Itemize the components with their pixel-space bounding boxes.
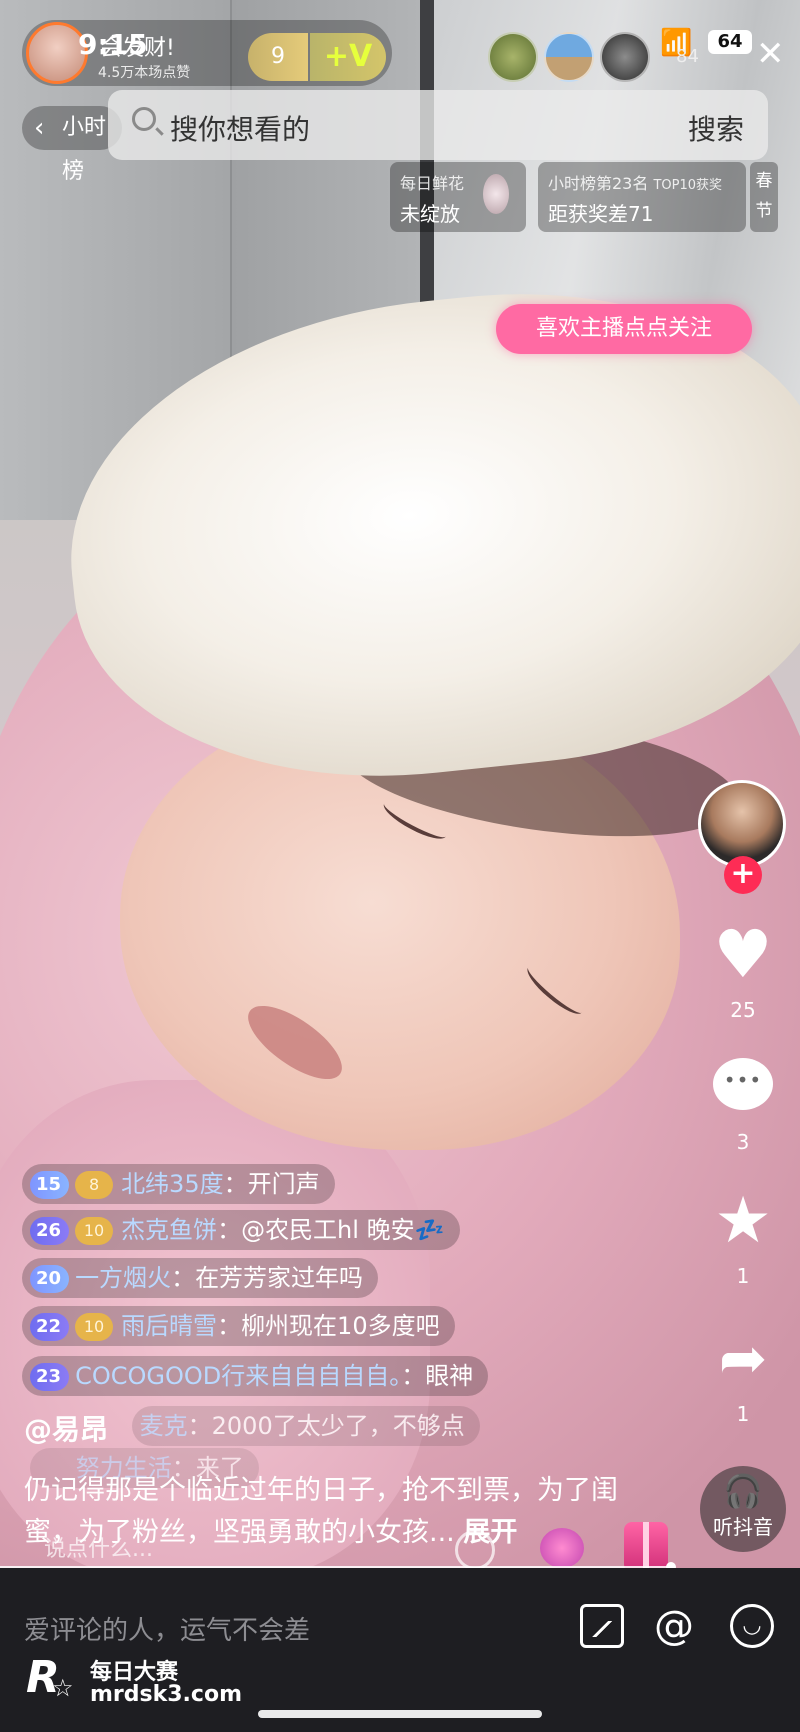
hourly-rank-back-button[interactable]: ‹ 小时榜 [22,106,122,184]
home-indicator[interactable] [258,1710,542,1718]
festival-badge[interactable]: 春 节 [750,162,778,232]
festival-char: 春 [755,171,773,191]
rank-tag: TOP10获奖 [653,178,723,193]
chat-text: 2000了太少了，不够点 [211,1412,465,1440]
follow-prompt-bubble[interactable]: 喜欢主播点点关注 [496,304,752,354]
chat-text: 开门声 [247,1170,320,1198]
daily-flower-card[interactable]: 每日鲜花 未绽放 [390,162,526,232]
status-bar: 会发财! 4.5万本场点赞 9:15 9 +V 📶 84 64 ✕ [0,0,800,90]
author-avatar[interactable] [698,780,786,868]
flower-card-status: 未绽放 [400,202,460,226]
chat-message[interactable]: 15 8 北纬35度：开门声 [22,1164,335,1204]
emoji-icon[interactable] [455,1530,495,1570]
back-chevron-icon: ‹ [34,113,45,143]
user-level-badge: 20 [30,1265,70,1293]
viewer-avatar[interactable] [600,32,650,82]
search-bar[interactable]: 搜你想看的 搜索 [108,90,768,160]
status-time: 9:15 [78,28,148,61]
chat-nickname[interactable]: 一方烟火 [75,1264,171,1292]
comment-input[interactable]: 爱评论的人，运气不会差 [24,1610,310,1647]
watermark-url: mrdsk3.com [90,1682,242,1707]
chat-text: 眼神 [425,1362,474,1390]
image-icon[interactable] [580,1604,624,1648]
hourly-rank-card[interactable]: 小时榜第23名 TOP10获奖 距获奖差71 [538,162,746,232]
follow-plus-button[interactable]: + [724,856,762,894]
comment-icon[interactable] [705,1058,781,1110]
viewer-avatar[interactable] [488,32,538,82]
gift-icon[interactable] [540,1528,584,1568]
like-count: 25 [730,998,756,1022]
user-level-badge: 22 [30,1313,70,1341]
listen-label: 听抖音 [713,1515,773,1539]
user-level-badge: 26 [30,1217,70,1245]
comment-count: 3 [736,1130,750,1154]
rank-position: 小时榜第23名 [548,174,649,193]
chat-message[interactable]: 26 10 杰克鱼饼：@农民工hl 晚安💤 [22,1210,460,1250]
heart-icon[interactable]: ♥ [705,920,781,990]
search-icon [132,107,156,131]
chat-text: @农民工hl 晚安💤 [241,1216,445,1244]
share-icon[interactable]: ➦ [705,1326,781,1390]
share-count: 1 [736,1402,750,1426]
comment-bar [0,1568,800,1732]
chat-text: 柳州现在10多度吧 [241,1312,440,1340]
fan-badge: 10 [75,1313,114,1341]
close-icon[interactable]: ✕ [756,34,785,74]
user-level-badge: 15 [30,1171,70,1199]
fan-badge: 10 [75,1217,114,1245]
star-icon[interactable]: ★ [705,1186,781,1256]
festival-char: 节 [755,201,773,221]
user-level-badge: 23 [30,1363,70,1391]
flower-bud-icon [483,174,509,214]
viewer-avatar[interactable] [544,32,594,82]
viewer-count: 84 [676,46,699,67]
search-input[interactable]: 搜你想看的 [170,108,310,148]
chat-message[interactable]: 20 一方烟火：在芳芳家过年吗 [22,1258,379,1298]
listen-douyin-button[interactable]: 🎧 听抖音 [700,1466,786,1552]
chat-message[interactable]: 麦克：2000了太少了，不够点 [132,1406,480,1446]
fan-badge: 8 [75,1171,114,1199]
chat-nickname[interactable]: 麦克 [140,1412,188,1440]
join-fan-club-button[interactable]: +V [310,33,386,81]
search-button[interactable]: 搜索 [688,108,744,148]
emoji-icon[interactable]: ◡ [730,1604,774,1648]
chat-nickname[interactable]: COCOGOOD行来自自自自自。 [75,1362,401,1390]
at-icon[interactable]: @ [652,1604,696,1648]
battery-level: 64 [708,30,752,54]
host-likes: 4.5万本场点赞 [98,65,191,81]
headphones-icon: 🎧 [723,1472,763,1510]
fan-level-badge[interactable]: 9 [248,33,308,81]
chat-nickname[interactable]: 雨后晴雪 [121,1312,217,1340]
chat-message[interactable]: 23 COCOGOOD行来自自自自自。：眼神 [22,1356,489,1396]
favorite-count: 1 [736,1264,750,1288]
watermark-star-icon: ☆ [52,1674,74,1702]
gift-box-icon[interactable] [624,1522,668,1572]
rank-card-title: 小时榜第23名 TOP10获奖 [548,170,722,194]
flower-card-title: 每日鲜花 [400,174,465,193]
rank-gap: 距获奖差71 [548,202,654,226]
caption-author[interactable]: @易昂 [24,1408,108,1448]
chat-nickname[interactable]: 北纬35度 [121,1170,224,1198]
chat-text: 在芳芳家过年吗 [195,1264,364,1292]
chat-nickname[interactable]: 杰克鱼饼 [121,1216,217,1244]
chat-message[interactable]: 22 10 雨后晴雪：柳州现在10多度吧 [22,1306,455,1346]
